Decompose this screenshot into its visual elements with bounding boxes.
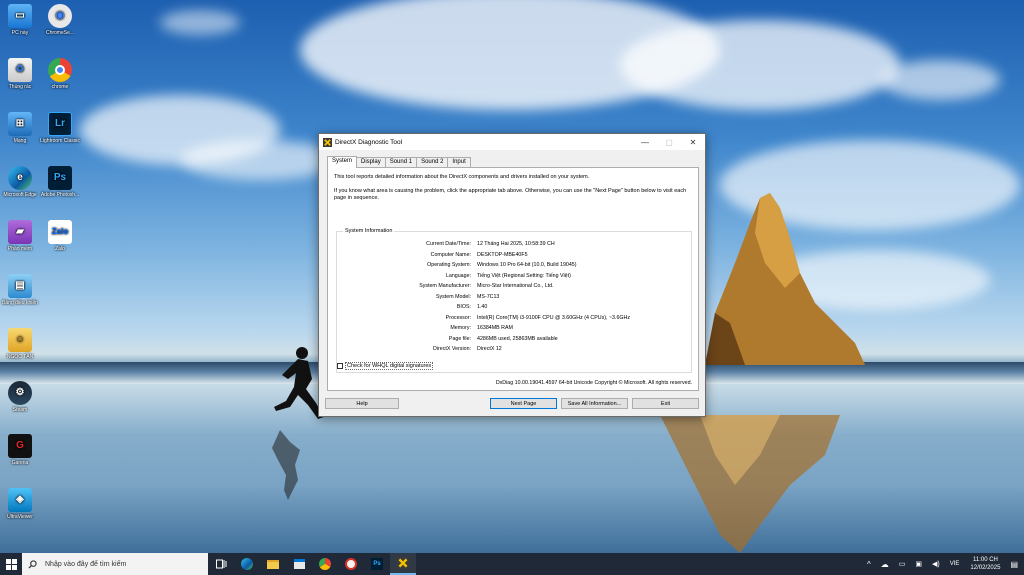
search-icon bbox=[28, 559, 37, 569]
taskbar-edge[interactable] bbox=[234, 553, 260, 575]
windows-logo-icon bbox=[5, 558, 17, 570]
info-row-system-manufacturer: System Manufacturer: Micro-Star Internat… bbox=[419, 283, 554, 289]
whql-checkbox[interactable] bbox=[337, 363, 343, 369]
desktop-icon-control-panel[interactable]: ▤ Bảng điều khiển bbox=[0, 274, 40, 306]
dxdiag-app-icon bbox=[323, 137, 332, 147]
desktop-icon-edge[interactable]: e Microsoft Edge bbox=[0, 166, 40, 198]
window-title: DirectX Diagnostic Tool bbox=[335, 138, 403, 146]
network-icon: ⊞ bbox=[8, 112, 32, 136]
desktop-icon-chrome-setup[interactable]: ◉ ChromeSe... bbox=[40, 4, 80, 36]
desktop-icon-garena[interactable]: G Garena bbox=[0, 434, 40, 466]
chrome-setup-icon: ◉ bbox=[48, 4, 72, 28]
close-button[interactable]: ✕ bbox=[681, 134, 705, 150]
exit-button[interactable]: Exit bbox=[632, 398, 699, 409]
info-row-system-model: System Model: MS-7C13 bbox=[435, 293, 500, 300]
desktop-icon-network[interactable]: ⊞ Mạng bbox=[0, 112, 40, 144]
save-all-information-button[interactable]: Save All Information... bbox=[561, 398, 628, 409]
notifications-icon[interactable]: ▤ bbox=[1010, 560, 1018, 569]
desktop-icon-lightroom[interactable]: Lr Lightroom Classic bbox=[40, 112, 80, 144]
volume-icon[interactable]: ◀) bbox=[932, 560, 940, 568]
battery-icon[interactable]: ▭ bbox=[899, 560, 906, 568]
maximize-button[interactable]: ▢ bbox=[657, 134, 681, 150]
photoshop-icon: Ps bbox=[371, 558, 383, 570]
system-tab-panel: This tool reports detailed information a… bbox=[327, 167, 699, 391]
task-view-button[interactable] bbox=[208, 553, 234, 575]
info-row-computer-name: Computer Name: DESKTOP-MBE40F5 bbox=[430, 251, 528, 258]
group-title: System Information bbox=[343, 228, 395, 234]
info-row-memory: Memory: 16384MB RAM bbox=[450, 325, 513, 331]
rock-formation bbox=[705, 193, 865, 365]
dxdiag-window: DirectX Diagnostic Tool — ▢ ✕ System Dis… bbox=[318, 133, 706, 417]
computer-icon: ▭ bbox=[8, 4, 32, 28]
network-icon[interactable]: ▣ bbox=[915, 560, 922, 568]
clock-time: 11:00 CH bbox=[972, 557, 998, 563]
title-bar[interactable]: DirectX Diagnostic Tool — ▢ ✕ bbox=[319, 134, 705, 150]
next-page-button[interactable]: Next Page bbox=[490, 398, 557, 409]
onedrive-icon[interactable]: ☁ bbox=[881, 560, 889, 569]
taskbar-store[interactable] bbox=[286, 553, 312, 575]
taskbar-photoshop[interactable]: Ps bbox=[364, 553, 390, 575]
info-row-processor: Processor: Intel(R) Core(TM) i3-9100F CP… bbox=[445, 314, 630, 321]
taskbar-chrome[interactable] bbox=[312, 553, 338, 575]
zalo-icon: Zalo bbox=[48, 220, 72, 244]
dxdiag-version-text: DxDiag 10.00.19041.4597 64-bit Unicode C… bbox=[495, 380, 692, 386]
desktop-icon-zalo[interactable]: Zalo Zalo bbox=[40, 220, 80, 252]
intro-text: This tool reports detailed information a… bbox=[334, 174, 694, 209]
info-row-directx-version: DirectX Version: DirectX 12 bbox=[433, 346, 502, 352]
desktop-icon-software-folder[interactable]: ▰ Phần mềm bbox=[0, 220, 40, 252]
recycle-bin-icon: ♻ bbox=[8, 58, 32, 82]
user-folder-icon: ☺ bbox=[8, 328, 32, 352]
lightroom-icon: Lr bbox=[48, 112, 72, 136]
whql-checkbox-row[interactable]: Check for WHQL digital signatures bbox=[337, 362, 434, 370]
search-placeholder: Nhập vào đây để tìm kiếm bbox=[45, 560, 127, 568]
minimize-button[interactable]: — bbox=[633, 134, 657, 150]
desktop-icon-chrome[interactable]: chrome bbox=[40, 58, 80, 90]
info-row-page-file: Page file: 4286MB used, 25863MB availabl… bbox=[448, 335, 558, 342]
info-row-language: Language: Tiếng Việt (Regional Setting: … bbox=[445, 272, 571, 279]
taskbar: Nhập vào đây để tìm kiếm Ps ^ ☁ ▭ ▣ ◀) V… bbox=[0, 553, 1024, 575]
desktop-icon-photoshop[interactable]: Ps Adobe Photosh... bbox=[40, 166, 80, 198]
system-information-group: System Information Current Date/Time: 12… bbox=[336, 228, 692, 373]
chrome-icon bbox=[48, 58, 72, 82]
edge-icon bbox=[241, 558, 253, 570]
intro-paragraph-1: This tool reports detailed information a… bbox=[334, 174, 590, 180]
desktop-icon-steam[interactable]: ⚙ Steam bbox=[0, 381, 40, 413]
photoshop-icon: Ps bbox=[48, 166, 72, 190]
tab-system[interactable]: System bbox=[327, 156, 358, 168]
folder-icon: ▰ bbox=[8, 220, 32, 244]
task-view-icon bbox=[215, 559, 226, 569]
whql-checkbox-label[interactable]: Check for WHQL digital signatures bbox=[345, 362, 434, 370]
control-panel-icon: ▤ bbox=[8, 274, 32, 298]
input-language[interactable]: VIE bbox=[950, 561, 960, 567]
store-icon bbox=[293, 559, 305, 569]
help-button[interactable]: Help bbox=[325, 398, 399, 409]
info-row-date-time: Current Date/Time: 12 Tháng Hai 2025, 10… bbox=[426, 241, 555, 247]
folder-icon bbox=[267, 559, 279, 569]
chrome-icon bbox=[319, 558, 331, 570]
info-row-bios: BIOS: 1.40 bbox=[456, 304, 488, 310]
desktop-icon-user-folder[interactable]: ☺ NGỌC TÂN bbox=[0, 328, 40, 360]
start-button[interactable] bbox=[0, 553, 22, 575]
taskbar-clock[interactable]: 11:00 CH 12/02/2025 bbox=[970, 556, 1000, 572]
edge-icon: e bbox=[8, 166, 32, 190]
taskbar-search-box[interactable]: Nhập vào đây để tìm kiếm bbox=[22, 553, 208, 575]
desktop-icon-ultraviewer[interactable]: ◈ UltraViewer bbox=[0, 488, 40, 520]
desktop-icon-recycle-bin[interactable]: ♻ Thùng rác bbox=[0, 58, 40, 90]
taskbar-mail[interactable] bbox=[338, 553, 364, 575]
dxdiag-app-icon bbox=[397, 557, 409, 569]
mail-icon bbox=[345, 558, 357, 570]
ultraviewer-icon: ◈ bbox=[8, 488, 32, 512]
runner-reflection bbox=[272, 430, 300, 500]
garena-icon: G bbox=[8, 434, 32, 458]
steam-icon: ⚙ bbox=[8, 381, 32, 405]
system-tray: ^ ☁ ▭ ▣ ◀) VIE 11:00 CH 12/02/2025 ▤ bbox=[862, 553, 1024, 575]
taskbar-dxdiag[interactable] bbox=[390, 553, 416, 575]
desktop-icon-this-pc[interactable]: ▭ PC này bbox=[0, 4, 40, 36]
taskbar-file-explorer[interactable] bbox=[260, 553, 286, 575]
rock-reflection bbox=[660, 415, 840, 553]
clock-date: 12/02/2025 bbox=[970, 565, 1001, 571]
intro-paragraph-2: If you know what area is causing the pro… bbox=[334, 188, 687, 201]
chevron-up-icon[interactable]: ^ bbox=[867, 560, 871, 569]
info-row-operating-system: Operating System: Windows 10 Pro 64-bit … bbox=[427, 262, 577, 268]
